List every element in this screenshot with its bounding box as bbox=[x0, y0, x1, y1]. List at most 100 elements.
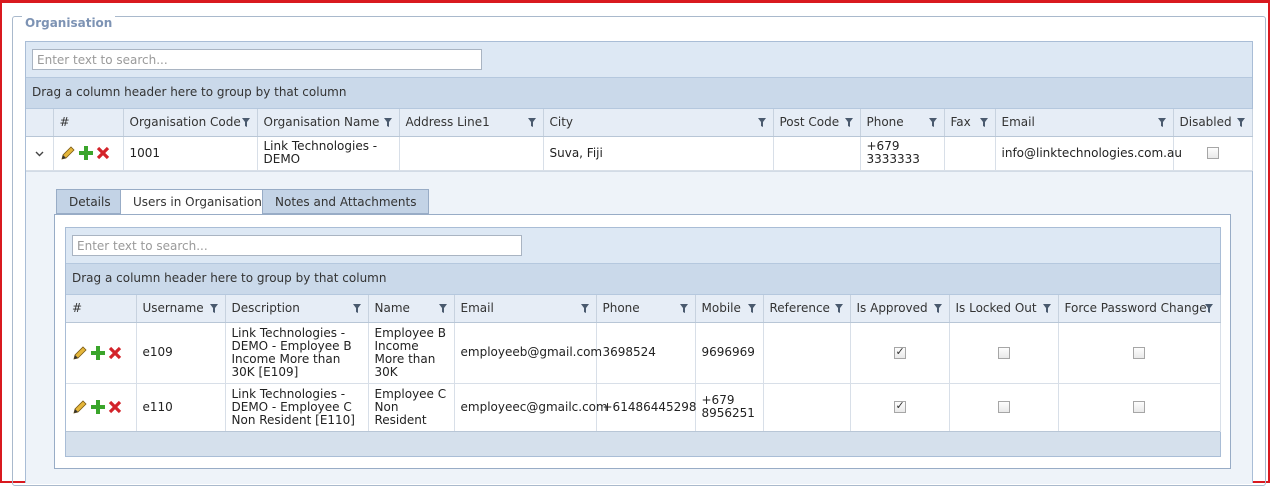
pencil-icon[interactable] bbox=[72, 399, 88, 415]
x-icon[interactable] bbox=[108, 346, 122, 360]
cell-organisation-name: Link Technologies - DEMO bbox=[257, 136, 400, 171]
funnel-icon[interactable] bbox=[209, 304, 218, 313]
table-row[interactable]: e109 Link Technologies - DEMO - Employee… bbox=[66, 322, 1221, 384]
col-header-index[interactable]: # bbox=[66, 295, 137, 323]
col-header-username[interactable]: Username bbox=[136, 295, 226, 323]
funnel-icon[interactable] bbox=[527, 118, 536, 127]
row-actions bbox=[66, 383, 137, 432]
row-actions bbox=[66, 322, 137, 384]
tab-details[interactable]: Details bbox=[56, 189, 124, 214]
users-group-panel[interactable]: Drag a column header here to group by th… bbox=[66, 264, 1220, 295]
pencil-icon[interactable] bbox=[72, 345, 88, 361]
cell-phone: +61486445298 bbox=[596, 383, 697, 432]
x-icon[interactable] bbox=[96, 146, 110, 160]
cell-is-approved bbox=[850, 383, 950, 432]
cell-reference bbox=[763, 322, 851, 384]
funnel-icon[interactable] bbox=[747, 304, 756, 313]
col-header-name[interactable]: Name bbox=[368, 295, 455, 323]
funnel-icon[interactable] bbox=[834, 304, 843, 313]
col-header-address-line1[interactable]: Address Line1 bbox=[399, 109, 544, 137]
header-row: # Organisation Code Organisation Name Ad… bbox=[26, 109, 1253, 137]
users-search-bar bbox=[66, 228, 1220, 264]
table-row[interactable]: e110 Link Technologies - DEMO - Employee… bbox=[66, 383, 1221, 432]
search-input[interactable] bbox=[32, 49, 482, 70]
cell-force-password-change bbox=[1058, 322, 1221, 384]
col-header-organisation-name[interactable]: Organisation Name bbox=[257, 109, 400, 137]
funnel-icon[interactable] bbox=[1204, 304, 1213, 313]
pencil-icon[interactable] bbox=[60, 145, 76, 161]
cell-is-locked-out bbox=[949, 322, 1059, 384]
col-header-is-approved[interactable]: Is Approved bbox=[850, 295, 950, 323]
expand-cell[interactable] bbox=[26, 136, 54, 171]
funnel-icon[interactable] bbox=[979, 118, 988, 127]
funnel-icon[interactable] bbox=[352, 304, 361, 313]
plus-icon[interactable] bbox=[90, 345, 106, 361]
is-locked-out-checkbox[interactable] bbox=[997, 346, 1010, 359]
col-header-reference[interactable]: Reference bbox=[763, 295, 851, 323]
chevron-down-icon[interactable] bbox=[35, 151, 44, 157]
col-header-phone[interactable]: Phone bbox=[596, 295, 696, 323]
users-grid-footer bbox=[66, 431, 1220, 456]
col-header-email[interactable]: Email bbox=[454, 295, 597, 323]
cell-username: e110 bbox=[136, 383, 226, 432]
col-header-disabled[interactable]: Disabled bbox=[1173, 109, 1253, 137]
col-header-description[interactable]: Description bbox=[225, 295, 369, 323]
cell-fax bbox=[944, 136, 996, 171]
cell-mobile: +679 8956251 bbox=[695, 383, 764, 432]
force-password-change-checkbox[interactable] bbox=[1133, 401, 1145, 413]
funnel-icon[interactable] bbox=[933, 304, 942, 313]
tab-users-in-organisation[interactable]: Users in Organisation bbox=[120, 189, 275, 215]
cell-email: employeec@gmailc.com bbox=[454, 383, 608, 432]
cell-email: info@linktechnologies.com.au bbox=[995, 136, 1182, 171]
funnel-icon[interactable] bbox=[1236, 118, 1245, 127]
disabled-checkbox[interactable] bbox=[1206, 147, 1219, 159]
plus-icon[interactable] bbox=[78, 145, 94, 161]
col-header-phone[interactable]: Phone bbox=[860, 109, 945, 137]
col-header-post-code[interactable]: Post Code bbox=[773, 109, 861, 137]
is-locked-out-checkbox[interactable] bbox=[997, 401, 1010, 413]
cell-force-password-change bbox=[1058, 383, 1221, 432]
funnel-icon[interactable] bbox=[580, 304, 589, 313]
col-header-index[interactable]: # bbox=[53, 109, 124, 137]
funnel-icon[interactable] bbox=[1042, 304, 1051, 313]
cell-is-locked-out bbox=[949, 383, 1059, 432]
funnel-icon[interactable] bbox=[438, 304, 447, 313]
cell-name: Employee C Non Resident bbox=[368, 383, 455, 432]
col-header-force-password-change[interactable]: Force Password Change bbox=[1058, 295, 1221, 323]
is-approved-checkbox[interactable] bbox=[893, 399, 906, 413]
cell-organisation-code: 1001 bbox=[123, 136, 258, 171]
cell-description: Link Technologies - DEMO - Employee C No… bbox=[225, 383, 369, 432]
plus-icon[interactable] bbox=[90, 399, 106, 415]
users-table: # Username Description Name Email Phone … bbox=[66, 295, 1221, 432]
col-header-is-locked-out[interactable]: Is Locked Out bbox=[949, 295, 1059, 323]
cell-is-approved bbox=[850, 322, 950, 384]
cell-phone: +679 3333333 bbox=[860, 136, 945, 171]
funnel-icon[interactable] bbox=[241, 118, 250, 127]
col-header-mobile[interactable]: Mobile bbox=[695, 295, 764, 323]
funnel-icon[interactable] bbox=[679, 304, 688, 313]
organisation-table: # Organisation Code Organisation Name Ad… bbox=[26, 109, 1253, 171]
cell-username: e109 bbox=[136, 322, 226, 384]
organisation-legend: Organisation bbox=[22, 16, 116, 30]
x-icon[interactable] bbox=[108, 400, 122, 414]
cell-post-code bbox=[773, 136, 861, 171]
users-search-input[interactable] bbox=[72, 235, 522, 256]
force-password-change-checkbox[interactable] bbox=[1133, 346, 1145, 359]
col-header-organisation-code[interactable]: Organisation Code bbox=[123, 109, 258, 137]
col-header-city[interactable]: City bbox=[543, 109, 774, 137]
table-row[interactable]: 1001 Link Technologies - DEMO Suva, Fiji… bbox=[26, 136, 1253, 171]
row-actions bbox=[53, 136, 124, 171]
funnel-icon[interactable] bbox=[844, 118, 853, 127]
funnel-icon[interactable] bbox=[928, 118, 937, 127]
funnel-icon[interactable] bbox=[757, 118, 766, 127]
funnel-icon[interactable] bbox=[383, 118, 392, 127]
cell-disabled bbox=[1173, 136, 1253, 171]
is-approved-checkbox[interactable] bbox=[893, 345, 906, 359]
funnel-icon[interactable] bbox=[1157, 118, 1166, 127]
group-panel[interactable]: Drag a column header here to group by th… bbox=[26, 78, 1252, 109]
col-header-fax[interactable]: Fax bbox=[944, 109, 996, 137]
cell-name: Employee B Income More than 30K bbox=[368, 322, 455, 384]
cell-reference bbox=[763, 383, 851, 432]
tab-notes-and-attachments[interactable]: Notes and Attachments bbox=[262, 189, 430, 214]
col-header-email[interactable]: Email bbox=[995, 109, 1174, 137]
